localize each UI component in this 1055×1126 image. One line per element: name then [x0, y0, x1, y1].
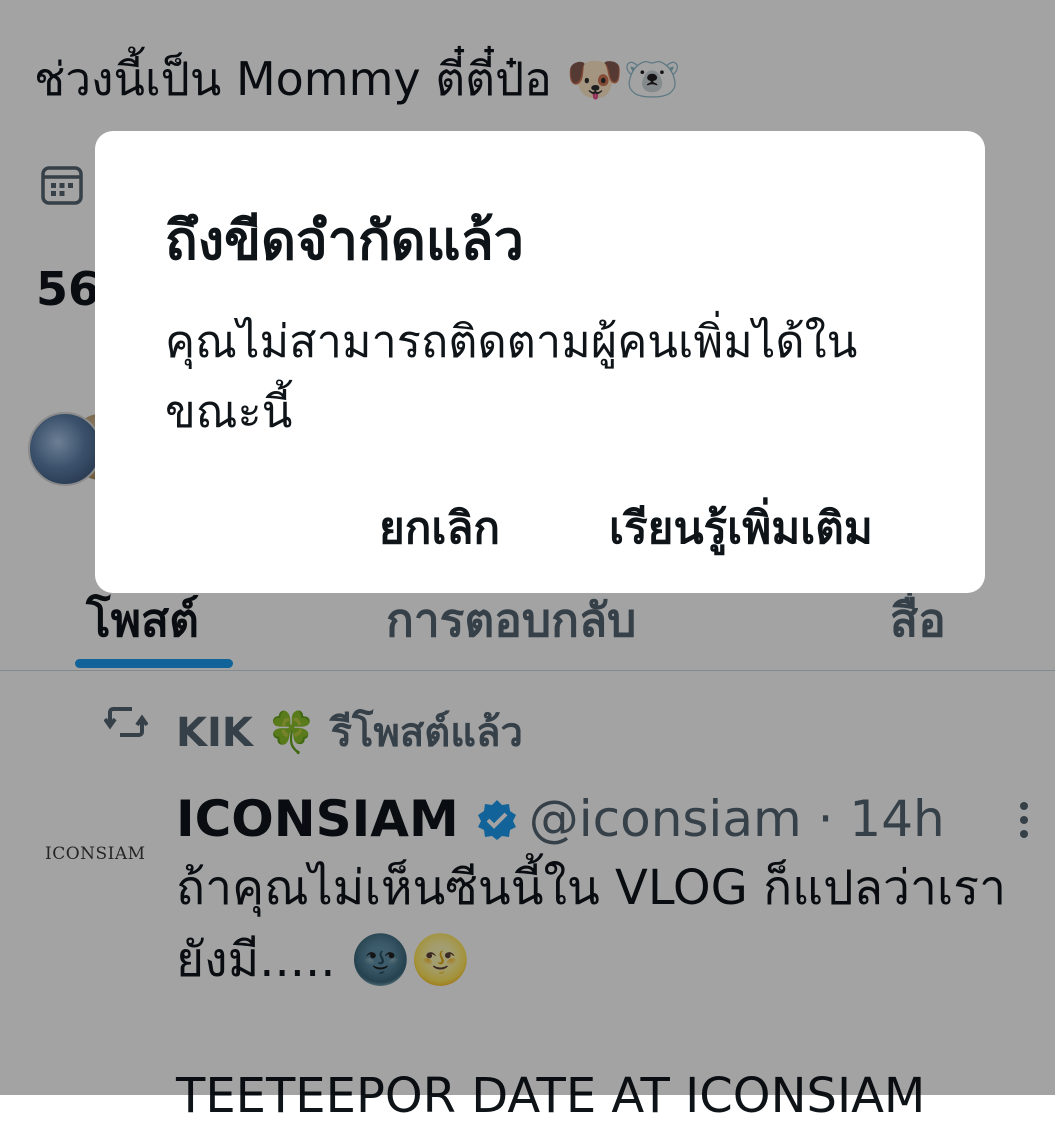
learn-more-button[interactable]: เรียนรู้เพิ่มเติม [609, 493, 873, 563]
dialog-message: คุณไม่สามารถติดตามผู้คนเพิ่มได้ในขณะนี้ [165, 315, 858, 438]
cancel-button[interactable]: ยกเลิก [379, 493, 500, 563]
limit-reached-dialog: ถึงขีดจำกัดแล้ว คุณไม่สามารถติดตามผู้คนเ… [95, 131, 985, 593]
profile-page: ช่วงนี้เป็น Mommy ตี๋ตี๋ป๋อ 🐶🐻‍❄️ 56 โพส… [0, 0, 1055, 1124]
dialog-title: ถึงขีดจำกัดแล้ว [165, 209, 524, 272]
